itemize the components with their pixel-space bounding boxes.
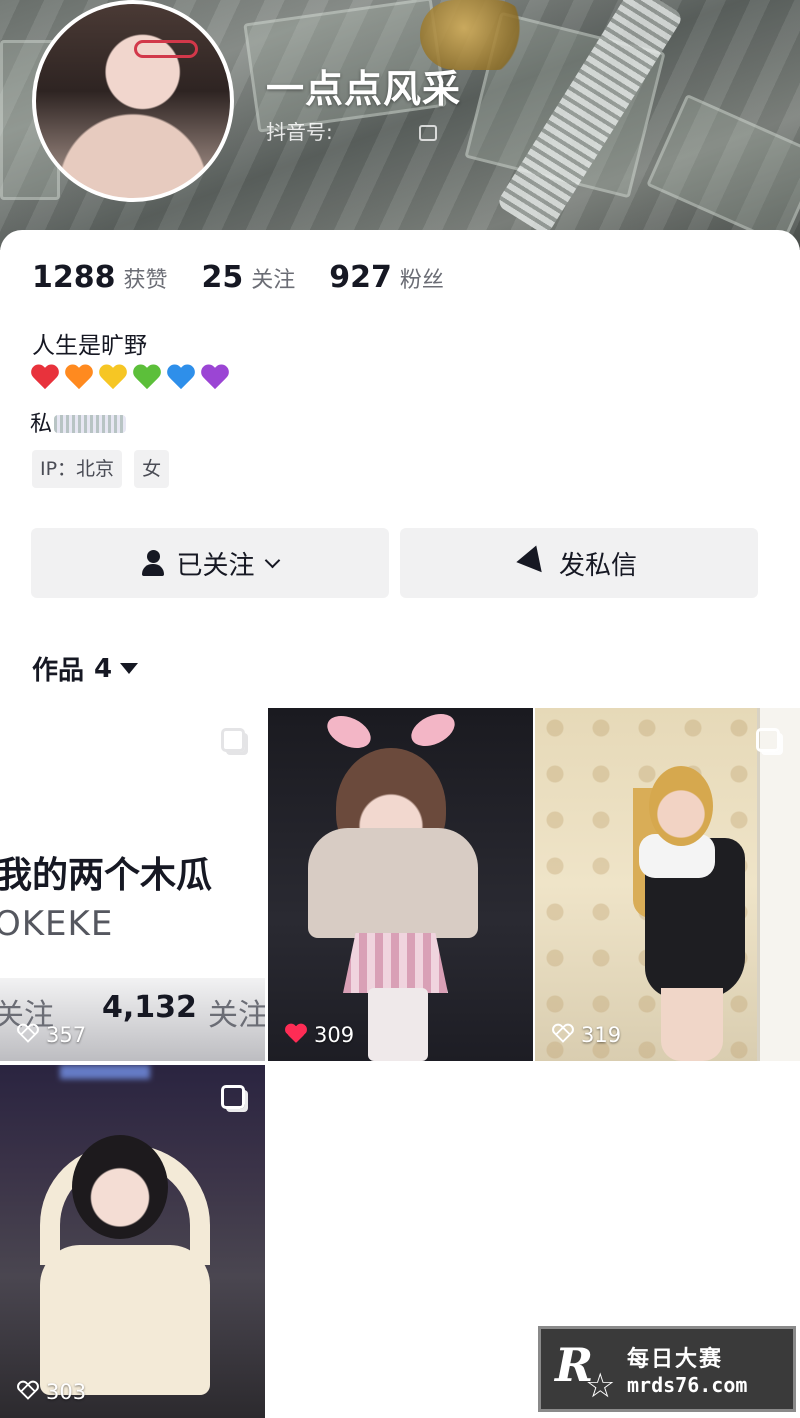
followed-button-label: 已关注 (176, 550, 255, 581)
caret-down-icon (120, 663, 139, 674)
post-image-detail (308, 828, 478, 938)
heart-icon (551, 1024, 575, 1046)
post-like-count: 303 (46, 1380, 87, 1404)
chevron-down-icon (264, 552, 280, 568)
tag-gender: 女 (134, 450, 170, 488)
post-tile[interactable]: 309 (268, 708, 533, 1061)
post-preview-stat: 4,132 (102, 990, 197, 1025)
stat-label: 粉丝 (399, 268, 444, 293)
post-image-detail (343, 933, 448, 993)
heart-emoji (166, 362, 196, 392)
works-tab[interactable]: 作品 4 (32, 650, 139, 687)
multi-image-icon (221, 1085, 245, 1109)
stat-followers[interactable]: 927 粉丝 (329, 260, 444, 295)
douyin-id[interactable]: 抖音号: (266, 116, 438, 145)
tag-ip: IP：北京 (32, 450, 123, 488)
heart-emoji (64, 362, 94, 392)
heart-icon (16, 1024, 40, 1046)
post-preview-brand: OKEKE (0, 904, 114, 944)
send-message-button[interactable]: 发私信 (400, 528, 758, 598)
stat-value: 927 (329, 260, 392, 295)
post-likes: 357 (16, 1023, 86, 1047)
post-image-detail (60, 1065, 150, 1079)
profile-stats: 1288 获赞 25 关注 927 粉丝 (32, 260, 478, 295)
avatar-detail (134, 40, 198, 58)
heart-icon (284, 1024, 308, 1046)
bio-hearts (30, 362, 234, 392)
watermark: R ☆ 每日大赛 mrds76.com (538, 1326, 796, 1412)
copy-icon[interactable] (419, 125, 438, 141)
post-image-detail (72, 1135, 168, 1239)
multi-image-icon (221, 728, 245, 752)
bio-line: 人生是旷野 (32, 333, 147, 359)
avatar[interactable] (32, 0, 234, 202)
watermark-url: mrds76.com (627, 1373, 748, 1397)
heart-emoji (30, 362, 60, 392)
post-image-detail (368, 988, 428, 1061)
post-image-detail (649, 766, 713, 846)
stat-following[interactable]: 25 关注 (202, 260, 296, 295)
watermark-logo: R ☆ (551, 1338, 619, 1406)
post-tile[interactable]: 303 (0, 1065, 265, 1418)
works-label: 作品 (32, 656, 85, 686)
bio-line-private: 私 (30, 406, 127, 438)
post-like-count: 319 (581, 1023, 622, 1047)
heart-emoji (132, 362, 162, 392)
profile-nickname: 一点点风采 (266, 67, 462, 111)
stat-label: 获赞 (123, 268, 168, 293)
post-like-count: 357 (46, 1023, 87, 1047)
heart-icon (16, 1381, 40, 1403)
post-likes: 303 (16, 1380, 86, 1404)
blurred-text (54, 415, 127, 433)
post-image-detail (757, 708, 800, 1061)
post-image-detail (40, 1245, 210, 1395)
post-preview-title: 我的两个木瓜 (0, 855, 213, 896)
heart-emoji (200, 362, 230, 392)
send-icon (516, 545, 552, 581)
post-likes: 309 (284, 1023, 354, 1047)
stat-label: 关注 (251, 268, 296, 293)
watermark-name: 每日大赛 (627, 1347, 724, 1372)
post-like-count: 309 (314, 1023, 355, 1047)
post-tile[interactable]: 319 (535, 708, 800, 1061)
send-message-label: 发私信 (558, 550, 637, 581)
post-likes: 319 (551, 1023, 621, 1047)
douyin-id-label: 抖音号: (266, 120, 333, 144)
person-check-icon (142, 550, 166, 576)
multi-image-icon (756, 728, 780, 752)
stat-likes[interactable]: 1288 获赞 (32, 260, 168, 295)
works-count: 4 (94, 653, 113, 684)
post-image-detail (322, 708, 460, 755)
post-tile[interactable]: 我的两个木瓜 OKEKE 关注 4,132 关注 357 (0, 708, 265, 1061)
star-icon: ☆ (585, 1366, 616, 1406)
profile-tags: IP：北京 女 (32, 450, 181, 488)
heart-emoji (98, 362, 128, 392)
post-image-detail (661, 988, 723, 1061)
banner-decoration (646, 93, 800, 247)
bio-private-prefix: 私 (30, 412, 53, 437)
followed-button[interactable]: 已关注 (31, 528, 389, 598)
stat-value: 25 (201, 260, 244, 295)
post-preview-stat: 关注 (208, 998, 265, 1033)
stat-value: 1288 (32, 260, 116, 295)
watermark-text: 每日大赛 mrds76.com (627, 1341, 747, 1397)
